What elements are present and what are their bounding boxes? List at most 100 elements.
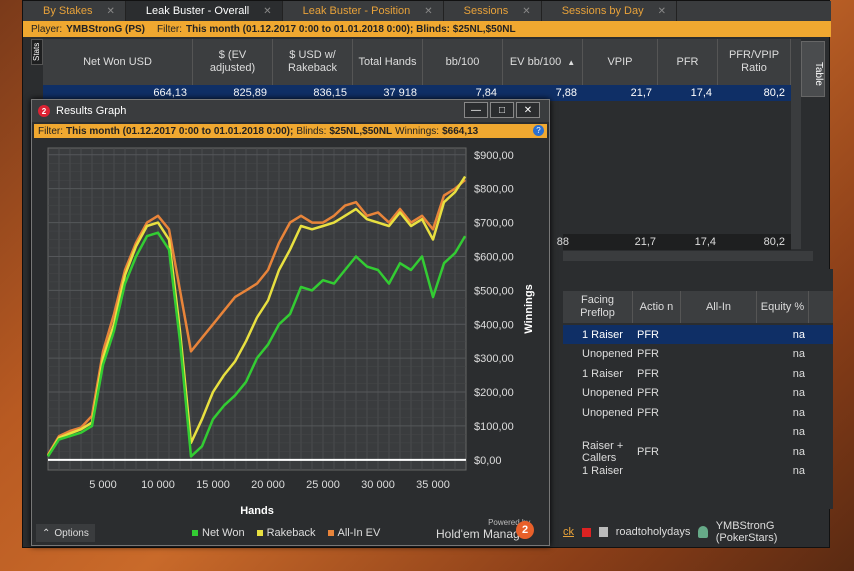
col-equity[interactable]: Equity % — [757, 291, 809, 323]
cell-equity: na — [792, 367, 805, 380]
winnings-value: $664,13 — [442, 125, 479, 137]
list-item[interactable]: 1 Raiser na — [563, 462, 833, 481]
y-tick-label: $600,00 — [474, 251, 514, 263]
filter-bar: Player: YMBStronG (PS) Filter: This mont… — [23, 21, 831, 37]
stats-side-tab[interactable]: Stats — [31, 39, 43, 65]
cell-facing: Raiser + Callers — [582, 439, 624, 464]
cell-action: PFR — [637, 387, 659, 399]
close-icon[interactable]: ✕ — [107, 6, 115, 17]
tab-sessions-by-day[interactable]: Sessions by Day ✕ — [542, 1, 678, 21]
sort-icon: ▲ — [567, 57, 576, 67]
col-ev-adjusted[interactable]: $ (EV adjusted) — [193, 39, 273, 85]
x-tick-label: 5 000 — [89, 479, 117, 491]
close-icon[interactable]: ✕ — [522, 6, 530, 17]
vertical-scrollbar[interactable] — [791, 39, 801, 249]
window-title: Results Graph — [56, 105, 127, 117]
maximize-button[interactable]: □ — [490, 102, 514, 118]
legend-label: All-In EV — [337, 527, 381, 539]
legend-item-net-won[interactable]: Net Won — [192, 527, 245, 539]
list-item[interactable]: Unopened PFR na — [563, 403, 833, 422]
details-table-header: Facing Preflop Actio n All-In Equity % — [563, 291, 833, 323]
legend-item-rakeback[interactable]: Rakeback — [256, 527, 316, 539]
cell-facing: Unopened — [582, 406, 633, 419]
y-tick-label: $200,00 — [474, 387, 514, 399]
summary-row: 88 21,7 17,4 80,2 — [556, 234, 791, 250]
col-all-in[interactable]: All-In — [681, 291, 757, 323]
col-pfr[interactable]: PFR — [658, 39, 718, 85]
x-tick-label: 15 000 — [196, 479, 230, 491]
table-side-tab[interactable]: Table — [801, 41, 825, 97]
cell-equity: na — [792, 348, 805, 360]
tab-label: Sessions by Day — [561, 5, 644, 17]
close-icon[interactable]: ✕ — [263, 6, 271, 17]
col-total-hands[interactable]: Total Hands — [353, 39, 423, 85]
list-item[interactable]: Unopened PFR na — [563, 345, 833, 364]
list-item[interactable]: 1 Raiser PFR na — [563, 364, 833, 383]
tab-by-stakes[interactable]: By Stakes ✕ — [23, 1, 126, 21]
horizontal-scrollbar[interactable] — [563, 251, 813, 261]
col-facing-preflop[interactable]: Facing Preflop — [563, 291, 633, 323]
cell-facing: 1 Raiser — [582, 367, 623, 380]
blinds-label: Blinds: — [296, 125, 327, 137]
status-link[interactable]: ck — [563, 526, 574, 538]
col-usd-rakeback[interactable]: $ USD w/ Rakeback — [273, 39, 353, 85]
x-tick-label: 20 000 — [251, 479, 285, 491]
tab-leak-buster-overall[interactable]: Leak Buster - Overall ✕ — [125, 1, 283, 21]
status-tag[interactable]: roadtoholydays — [616, 526, 691, 538]
cell-equity: na — [792, 426, 805, 438]
status-bar: ck roadtoholydays YMBStronG (PokerStars) — [563, 520, 831, 544]
tab-label: Leak Buster - Overall — [145, 5, 250, 17]
tab-sessions[interactable]: Sessions ✕ — [444, 1, 542, 21]
list-item[interactable]: Raiser + Callers PFR na — [563, 439, 833, 464]
cell-action: PFR — [637, 406, 659, 419]
col-net-won[interactable]: Net Won USD — [43, 39, 193, 85]
player-name: YMBStronG (PS) — [66, 23, 146, 35]
filter-text: This month (01.12.2017 0:00 to 01.01.201… — [186, 23, 516, 35]
cell-equity: na — [792, 328, 805, 341]
list-item[interactable]: 1 Raiser PFR na — [563, 325, 833, 344]
cell-equity: na — [792, 387, 805, 399]
close-icon[interactable]: ✕ — [424, 6, 432, 17]
tab-bar: By Stakes ✕ Leak Buster - Overall ✕ Leak B… — [23, 1, 831, 21]
cell-pfr: 17,4 — [690, 87, 712, 99]
close-icon[interactable]: ✕ — [658, 6, 666, 17]
chart-legend: Net Won Rakeback All-In EV — [192, 527, 380, 539]
window-titlebar[interactable]: 2 Results Graph — □ ✕ — [32, 100, 549, 122]
status-player[interactable]: YMBStronG (PokerStars) — [716, 520, 831, 544]
tag-icon — [599, 527, 608, 537]
minimize-button[interactable]: — — [464, 102, 488, 118]
tab-label: By Stakes — [43, 5, 93, 17]
col-vpip[interactable]: VPIP — [583, 39, 658, 85]
tab-leak-buster-position[interactable]: Leak Buster - Position ✕ — [283, 1, 444, 21]
y-tick-label: $500,00 — [474, 285, 514, 297]
options-button[interactable]: ⌃ Options — [36, 524, 95, 542]
stats-table-header: Net Won USD $ (EV adjusted) $ USD w/ Rak… — [43, 39, 791, 85]
list-item[interactable]: Unopened PFR na — [563, 384, 833, 403]
cell-action: PFR — [637, 348, 659, 360]
cell-summary: 88 — [556, 236, 569, 248]
cell-action: PFR — [637, 445, 659, 458]
close-button[interactable]: ✕ — [516, 102, 540, 118]
cell-action: PFR — [637, 367, 659, 380]
legend-item-allin-ev[interactable]: All-In EV — [327, 527, 381, 539]
y-tick-label: $700,00 — [474, 218, 514, 230]
filter-text: This month (01.12.2017 0:00 to 01.01.201… — [66, 125, 294, 137]
col-bb100[interactable]: bb/100 — [423, 39, 503, 85]
filter-label: Filter: — [38, 125, 63, 137]
legend-swatch — [256, 530, 263, 536]
legend-label: Rakeback — [266, 527, 316, 539]
flag-icon — [582, 527, 592, 537]
help-icon[interactable]: ? — [533, 125, 544, 136]
x-tick-label: 25 000 — [306, 479, 340, 491]
x-axis-label: Hands — [240, 505, 274, 517]
cell-summary-ratio: 80,2 — [763, 236, 785, 248]
chevron-up-icon: ⌃ — [42, 527, 51, 539]
col-action[interactable]: Actio n — [633, 291, 681, 323]
cell-vpip: 21,7 — [630, 87, 652, 99]
col-ev-bb100[interactable]: EV bb/100 ▲ — [503, 39, 583, 85]
y-tick-label: $100,00 — [474, 421, 514, 433]
col-label: EV bb/100 — [509, 55, 562, 68]
y-tick-label: $400,00 — [474, 319, 514, 331]
results-graph-window: 2 Results Graph — □ ✕ Filter: This month… — [31, 99, 550, 546]
col-pfr-vpip[interactable]: PFR/VPIP Ratio — [718, 39, 791, 85]
